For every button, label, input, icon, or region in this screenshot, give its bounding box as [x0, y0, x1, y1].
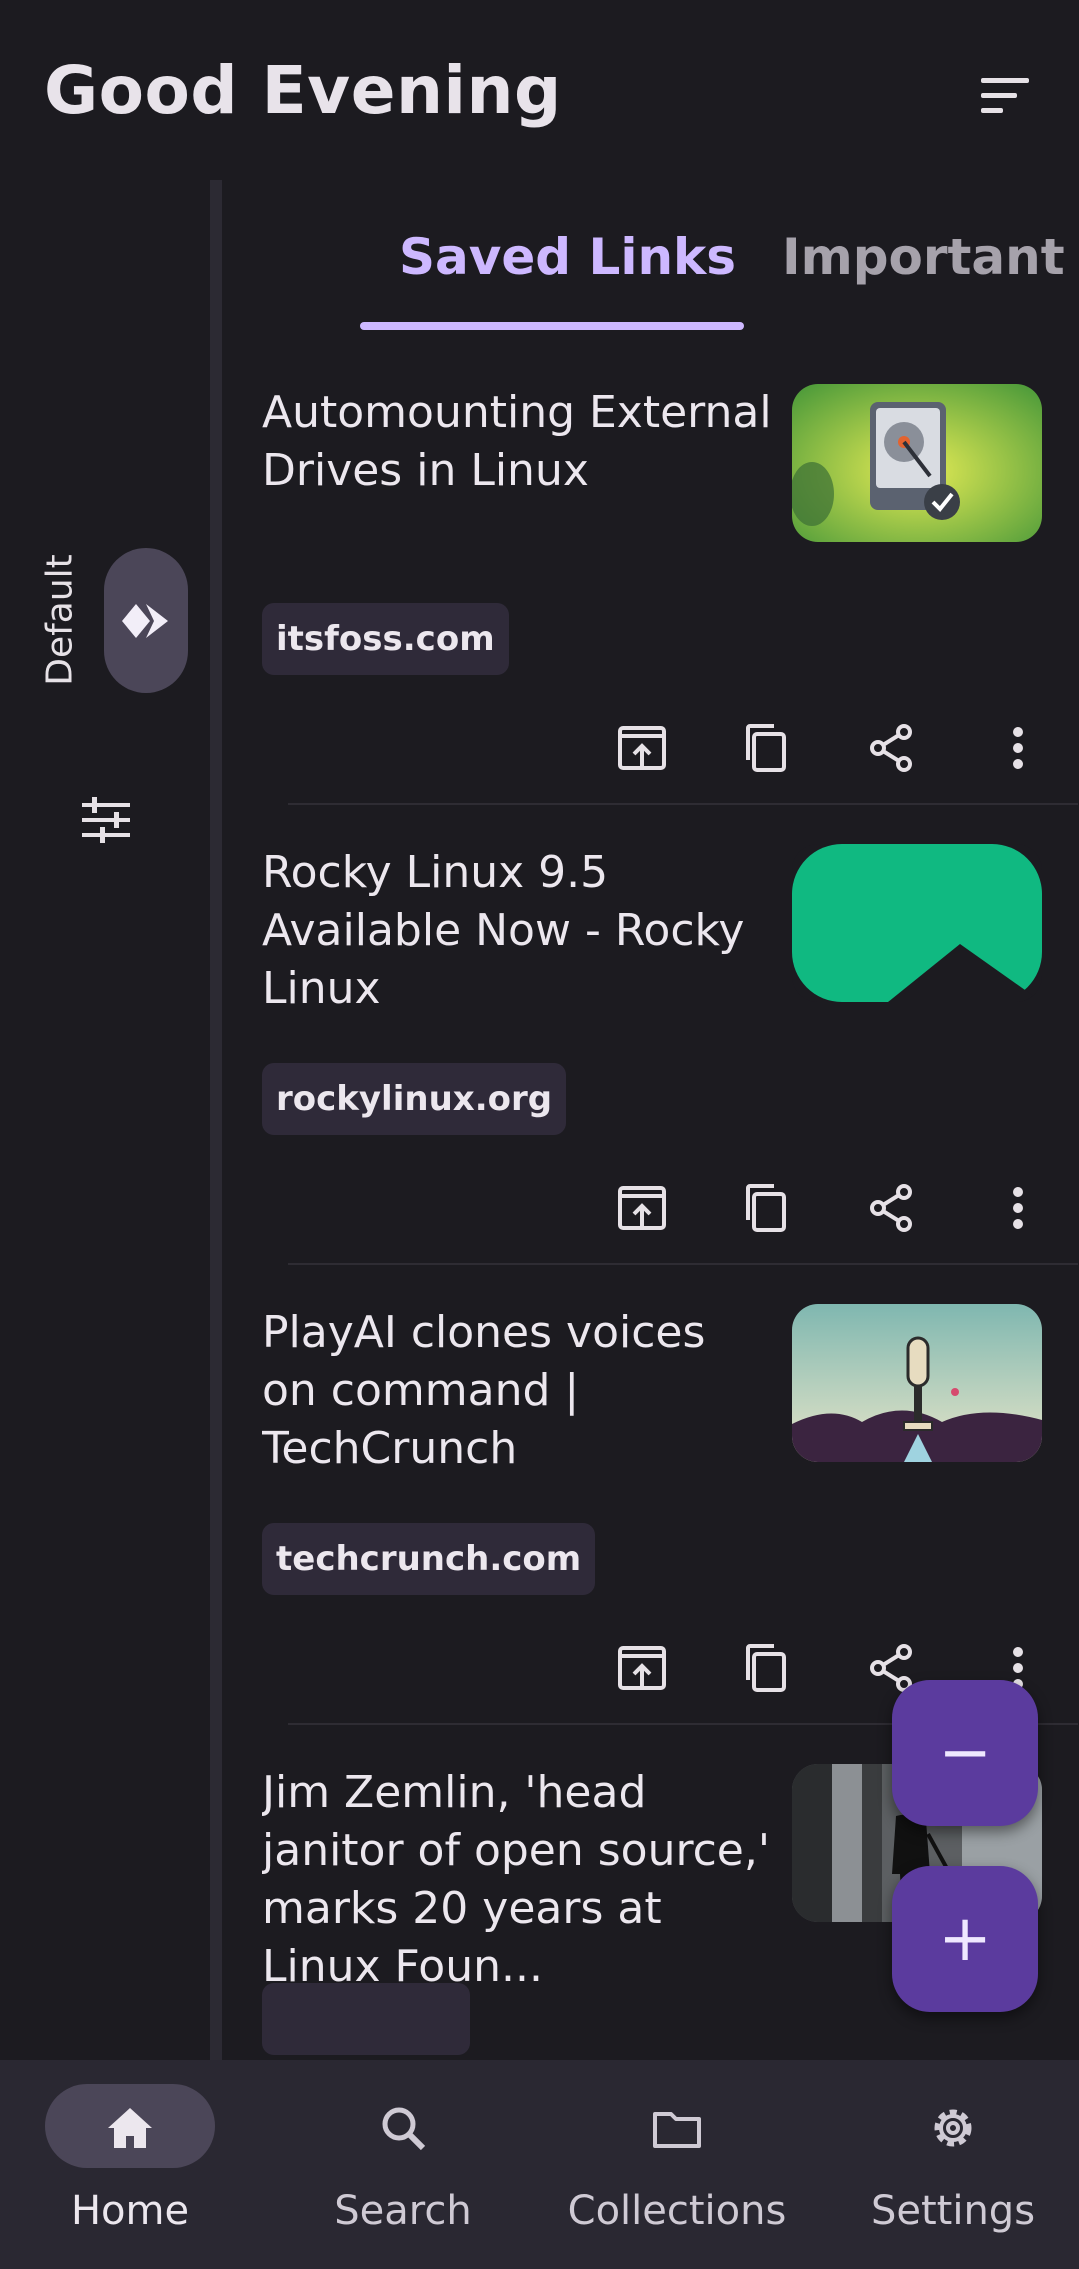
rail-divider — [210, 180, 222, 2060]
hard-drive-image — [792, 384, 1042, 542]
more-vert-icon — [1013, 727, 1023, 769]
link-card[interactable]: Automounting External Drives in Linux it… — [222, 332, 1079, 805]
collection-diamond-icon — [122, 604, 168, 638]
tab-indicator — [360, 322, 744, 330]
share-link-button[interactable] — [856, 1172, 928, 1244]
nav-home[interactable]: Home — [0, 2060, 260, 2269]
open-in-browser-icon — [618, 726, 666, 770]
link-title[interactable]: Jim Zemlin, 'head janitor of open source… — [262, 1764, 772, 1996]
link-card[interactable]: PlayAI clones voices on command | TechCr… — [222, 1252, 1079, 1725]
greeting-title: Good Evening — [44, 52, 562, 129]
link-title[interactable]: Rocky Linux 9.5 Available Now - Rocky Li… — [262, 844, 772, 1018]
nav-search[interactable]: Search — [273, 2060, 533, 2269]
collection-rail — [0, 180, 212, 2060]
nav-label-settings: Settings — [870, 2188, 1036, 2234]
copy-link-button[interactable] — [730, 1632, 802, 1704]
tab-important-links[interactable]: Important Links — [782, 228, 1079, 286]
nav-label-collections: Collections — [567, 2188, 787, 2234]
copy-icon — [746, 1644, 786, 1692]
link-tabs: Saved Links Important Links — [222, 180, 1079, 332]
sort-icon — [981, 78, 1029, 113]
bottom-navigation: Home Search Collections Settings — [0, 2060, 1079, 2269]
link-actions — [222, 1172, 1079, 1252]
link-actions — [222, 712, 1079, 792]
link-domain-chip[interactable] — [262, 1983, 470, 2055]
open-link-button[interactable] — [606, 1632, 678, 1704]
folder-icon — [653, 2112, 701, 2148]
link-thumbnail[interactable] — [792, 844, 1042, 1002]
link-thumbnail[interactable] — [792, 1304, 1042, 1462]
open-in-browser-icon — [618, 1646, 666, 1690]
nav-label-search: Search — [334, 2188, 472, 2234]
more-vert-icon — [1013, 1187, 1023, 1229]
share-link-button[interactable] — [856, 712, 928, 784]
open-link-button[interactable] — [606, 712, 678, 784]
collapse-fab[interactable]: − — [892, 1680, 1038, 1826]
link-thumbnail[interactable] — [792, 384, 1042, 542]
app-header: Good Evening — [0, 0, 1079, 180]
link-card[interactable]: Rocky Linux 9.5 Available Now - Rocky Li… — [222, 792, 1079, 1265]
share-icon — [870, 724, 912, 772]
link-title[interactable]: PlayAI clones voices on command | TechCr… — [262, 1304, 772, 1478]
microphone-illustration-image — [792, 1304, 1042, 1462]
copy-link-button[interactable] — [730, 1172, 802, 1244]
open-link-button[interactable] — [606, 1172, 678, 1244]
rail-collection-label[interactable]: Default — [40, 554, 81, 686]
tab-saved-links[interactable]: Saved Links — [399, 228, 736, 286]
search-icon — [382, 2107, 426, 2151]
filter-button[interactable] — [78, 795, 134, 845]
more-options-button[interactable] — [982, 712, 1054, 784]
copy-icon — [746, 724, 786, 772]
more-options-button[interactable] — [982, 1172, 1054, 1244]
tune-icon — [82, 797, 130, 843]
copy-link-button[interactable] — [730, 712, 802, 784]
nav-collections[interactable]: Collections — [547, 2060, 807, 2269]
link-domain-chip[interactable]: rockylinux.org — [262, 1063, 567, 1135]
home-icon — [108, 2108, 152, 2148]
rail-collection-button[interactable] — [104, 548, 188, 693]
link-domain-chip[interactable]: itsfoss.com — [262, 603, 509, 675]
rocky-linux-logo-image — [792, 844, 1042, 1002]
link-domain-chip[interactable]: techcrunch.com — [262, 1523, 596, 1595]
link-title[interactable]: Automounting External Drives in Linux — [262, 384, 772, 500]
sort-button[interactable] — [975, 70, 1035, 122]
nav-label-home: Home — [70, 2188, 190, 2234]
nav-settings[interactable]: Settings — [823, 2060, 1079, 2269]
share-icon — [870, 1184, 912, 1232]
gear-icon — [934, 2109, 972, 2147]
add-link-fab[interactable]: + — [892, 1866, 1038, 2012]
open-in-browser-icon — [618, 1186, 666, 1230]
copy-icon — [746, 1184, 786, 1232]
